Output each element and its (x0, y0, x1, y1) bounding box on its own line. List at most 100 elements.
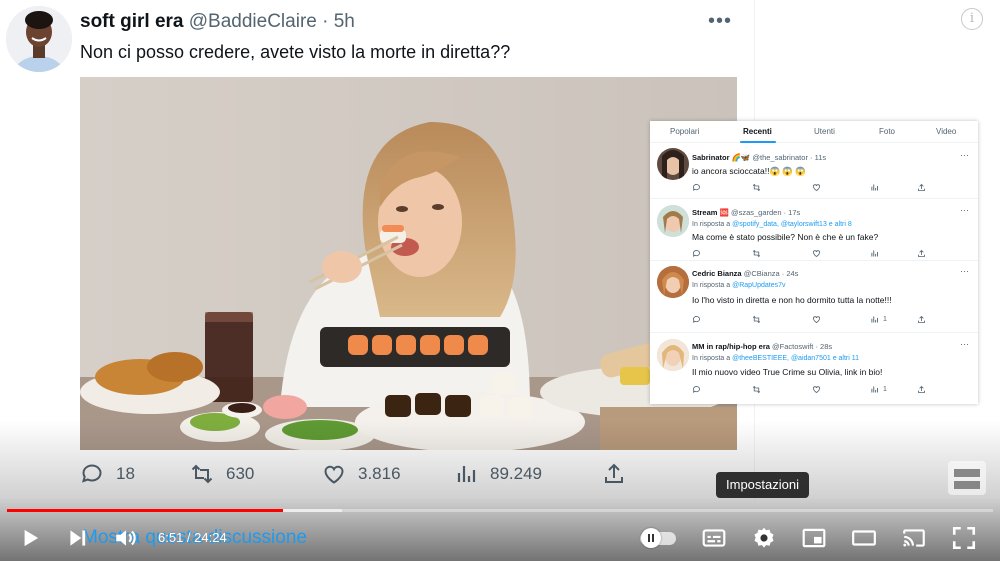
replies-panel: Popolari Recenti Utenti Foto Video Sabri… (650, 121, 978, 404)
reply-item[interactable]: Cedric Bianza @CBianza · 24s ··· In risp… (650, 263, 978, 333)
reply-actions: 1 (692, 315, 932, 325)
reply-share-icon[interactable] (917, 183, 926, 192)
info-icon[interactable]: i (961, 8, 983, 30)
reply-comment-icon[interactable] (692, 249, 701, 258)
replies-tabs: Popolari Recenti Utenti Foto Video (650, 121, 978, 143)
separator-dot: · (322, 11, 329, 32)
reply-meta: @Factoswift · 28s (772, 342, 833, 351)
reply-author-name[interactable]: Stream 🆘 (692, 208, 729, 217)
reply-retweet-icon[interactable] (752, 249, 761, 258)
volume-button[interactable] (108, 522, 144, 554)
reply-retweet-icon[interactable] (752, 183, 761, 192)
reply-retweet-icon[interactable] (752, 315, 761, 324)
reply-avatar[interactable] (657, 205, 689, 237)
reply-views-icon[interactable]: 1 (870, 385, 887, 394)
miniplayer-icon (802, 528, 826, 548)
tweet-time[interactable]: 5h (334, 11, 355, 32)
reply-comment-icon[interactable] (692, 385, 701, 394)
more-horizontal-icon[interactable]: ••• (708, 10, 732, 33)
retweet-button[interactable]: 630 (190, 462, 254, 486)
heart-icon (324, 465, 344, 484)
author-avatar[interactable] (6, 6, 72, 72)
settings-button[interactable] (746, 522, 782, 554)
reply-text: io ancora scioccata!!😱 😱 😱 (692, 166, 806, 176)
channel-watermark-logo[interactable] (944, 457, 990, 499)
reply-views-icon[interactable] (870, 183, 879, 192)
author-handle[interactable]: @BaddieClaire (189, 11, 317, 32)
reply-item[interactable]: MM in rap/hip-hop era @Factoswift · 28s … (650, 335, 978, 404)
reply-comment-icon[interactable] (692, 183, 701, 192)
tab-foto[interactable]: Foto (879, 127, 895, 136)
reply-mentions[interactable]: @theeBESTIEEE, @aidan7501 e altri 11 (732, 355, 859, 362)
views-chart-icon (457, 466, 476, 482)
volume-icon (116, 530, 136, 546)
reply-item[interactable]: Stream 🆘 @szas_garden · 17s ··· In rispo… (650, 201, 978, 261)
miniplayer-button[interactable] (796, 522, 832, 554)
reply-count: 18 (116, 464, 135, 483)
reply-actions (692, 183, 932, 193)
reply-views-icon[interactable] (870, 249, 879, 258)
reply-actions (692, 249, 932, 259)
reply-author-name[interactable]: Sabrinator 🌈🦋 (692, 153, 750, 162)
fullscreen-button[interactable] (946, 522, 982, 554)
tab-popolari[interactable]: Popolari (670, 127, 699, 136)
reply-like-icon[interactable] (812, 183, 821, 192)
reply-like-icon[interactable] (812, 385, 821, 394)
settings-tooltip: Impostazioni (716, 472, 809, 498)
reply-item[interactable]: Sabrinator 🌈🦋 @the_sabrinator · 11s ··· … (650, 145, 978, 199)
reply-views-icon[interactable]: 1 (870, 315, 887, 324)
play-icon (24, 529, 39, 547)
theater-mode-button[interactable] (846, 522, 882, 554)
reply-mentions[interactable]: @RapUpdates7v (732, 282, 785, 289)
reply-meta: @CBianza · 24s (743, 269, 799, 278)
reply-avatar[interactable] (657, 266, 689, 298)
reply-like-icon[interactable] (812, 249, 821, 258)
like-button[interactable]: 3.816 (322, 462, 401, 486)
tab-video[interactable]: Video (936, 127, 956, 136)
share-button[interactable] (602, 462, 626, 486)
time-separator: / (183, 530, 195, 545)
tweet-media-image[interactable] (80, 77, 737, 450)
time-current: 6:51 (158, 530, 184, 545)
next-button[interactable] (60, 522, 96, 554)
reply-header: Stream 🆘 @szas_garden · 17s (692, 208, 800, 217)
reply-to-prefix: In risposta a (692, 282, 731, 289)
tab-recenti[interactable]: Recenti (743, 127, 772, 136)
tab-utenti[interactable]: Utenti (814, 127, 835, 136)
reply-comment-icon[interactable] (692, 315, 701, 324)
reply-retweet-icon[interactable] (752, 385, 761, 394)
reply-avatar[interactable] (657, 148, 689, 180)
reply-author-name[interactable]: Cedric Bianza (692, 269, 742, 278)
more-horizontal-icon[interactable]: ··· (960, 339, 969, 349)
reply-share-icon[interactable] (917, 315, 926, 324)
reply-like-icon[interactable] (812, 315, 821, 324)
reply-meta: @szas_garden · 17s (730, 208, 801, 217)
autoplay-toggle[interactable] (640, 528, 678, 548)
progress-played (7, 509, 284, 512)
views-count: 89.249 (490, 464, 542, 483)
reply-avatar[interactable] (657, 339, 689, 371)
cast-button[interactable] (896, 522, 932, 554)
reply-share-icon[interactable] (917, 385, 926, 394)
views-button[interactable]: 89.249 (454, 462, 542, 486)
reply-actions: 1 (692, 385, 932, 395)
reply-author-name[interactable]: MM in rap/hip-hop era (692, 342, 770, 351)
reply-header: Sabrinator 🌈🦋 @the_sabrinator · 11s (692, 153, 826, 162)
settings-icon (754, 527, 774, 548)
play-button[interactable] (12, 522, 48, 554)
tweet-header: soft girl era @BaddieClaire · 5h (80, 11, 355, 33)
pause-icon (641, 528, 661, 548)
more-horizontal-icon[interactable]: ··· (960, 150, 969, 160)
reply-mentions[interactable]: @spotify_data, @taylorswift13 e altri 8 (732, 221, 852, 228)
author-name[interactable]: soft girl era (80, 11, 183, 32)
reply-share-icon[interactable] (917, 249, 926, 258)
cast-icon (903, 529, 925, 547)
reply-button[interactable]: 18 (80, 462, 135, 486)
reply-header: Cedric Bianza @CBianza · 24s (692, 269, 798, 278)
more-horizontal-icon[interactable]: ··· (960, 266, 969, 276)
video-progress-bar[interactable] (7, 509, 993, 512)
reply-header: MM in rap/hip-hop era @Factoswift · 28s (692, 342, 832, 351)
subtitles-button[interactable] (696, 522, 732, 554)
time-total: 24:24 (194, 530, 227, 545)
more-horizontal-icon[interactable]: ··· (960, 205, 969, 215)
